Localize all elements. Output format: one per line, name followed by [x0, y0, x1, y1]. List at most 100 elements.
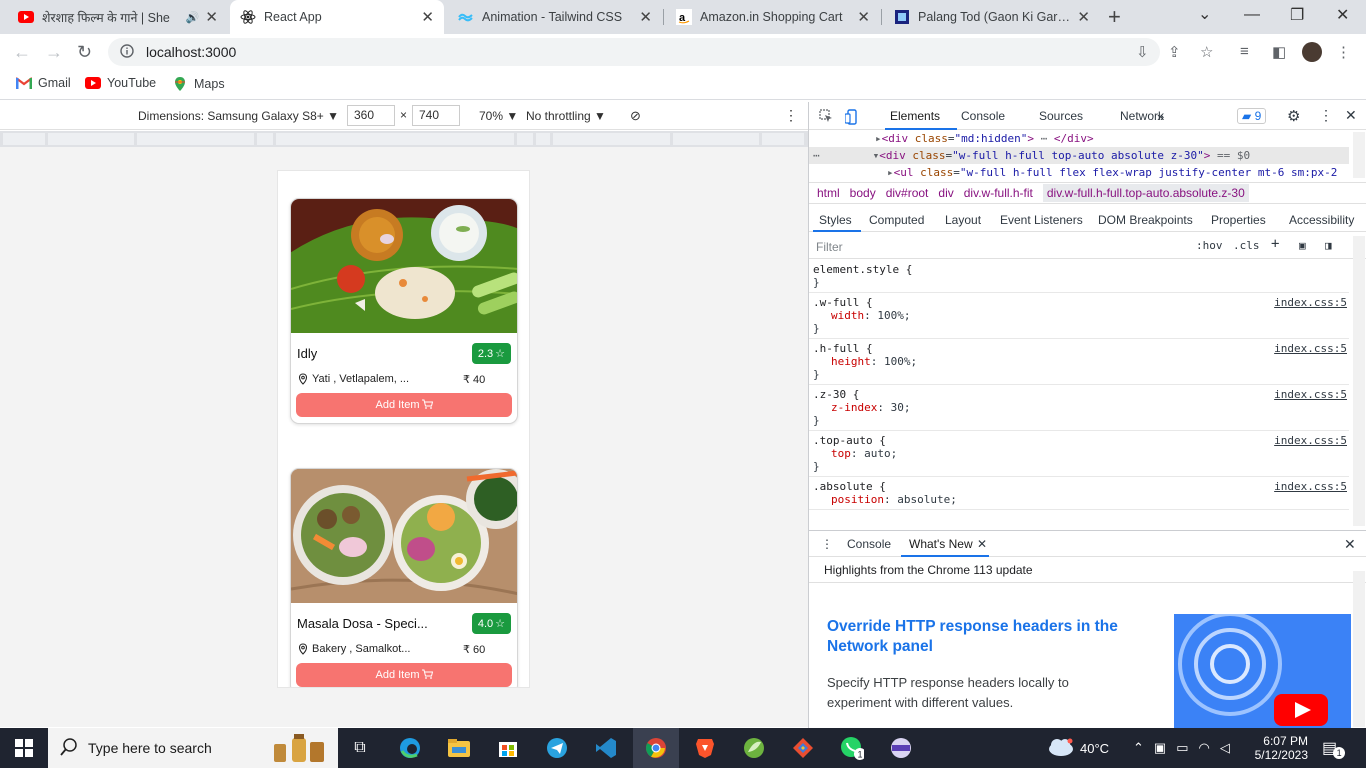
reload-icon[interactable]: ↻ — [77, 42, 92, 63]
close-tab-icon[interactable]: ✕ — [205, 8, 218, 26]
forward-icon[interactable]: → — [45, 42, 63, 63]
drawer-tab-whats-new[interactable]: What's New — [909, 537, 973, 551]
breadcrumb-item-current[interactable]: div.w-full.h-full.top-auto.absolute.z-30 — [1042, 184, 1249, 202]
close-tab-icon[interactable]: ✕ — [1077, 8, 1090, 26]
zoom-select[interactable]: 70% ▼ — [479, 109, 518, 123]
menu-icon[interactable]: ⋮ — [1336, 43, 1351, 61]
windows-start-icon[interactable] — [12, 736, 36, 760]
new-tab-icon[interactable]: + — [1108, 4, 1121, 30]
whatsapp-icon[interactable]: 1 — [840, 736, 864, 760]
device-toggle-icon[interactable] — [844, 109, 859, 128]
throttling-select[interactable]: No throttling ▼ — [526, 109, 606, 123]
bookmark-gmail[interactable]: Gmail — [16, 76, 71, 90]
close-tab-icon[interactable]: ✕ — [421, 8, 434, 26]
tab-palang-tod[interactable]: Palang Tod (Gaon Ki Garmi 3 ✕ — [884, 0, 1100, 34]
tab-react-app[interactable]: React App ✕ — [230, 0, 444, 34]
battery-icon[interactable]: ▭ — [1176, 740, 1188, 756]
address-bar[interactable]: localhost:3000 — [108, 38, 1160, 66]
style-rule[interactable]: element.style { } — [809, 260, 1349, 293]
media-segment[interactable] — [137, 133, 254, 145]
vscode-icon[interactable] — [594, 736, 618, 760]
rule-source-link[interactable]: index.css:5 — [1274, 480, 1347, 493]
microsoft-store-icon[interactable] — [496, 736, 520, 760]
style-rule[interactable]: .z-30 { z-index: 30; } index.css:5 — [809, 385, 1349, 431]
breadcrumb-item[interactable]: body — [850, 186, 876, 200]
drawer-tab-console[interactable]: Console — [847, 537, 891, 551]
app-icon-purple[interactable] — [889, 736, 913, 760]
rule-source-link[interactable]: index.css:5 — [1274, 434, 1347, 447]
media-segment[interactable] — [762, 133, 804, 145]
style-rule[interactable]: .top-auto { top: auto; } index.css:5 — [809, 431, 1349, 477]
tab-styles[interactable]: Styles — [819, 213, 852, 227]
tab-computed[interactable]: Computed — [869, 213, 924, 227]
restore-icon[interactable]: ❐ — [1290, 5, 1304, 25]
tab-console[interactable]: Console — [961, 109, 1005, 123]
video-thumbnail[interactable] — [1174, 614, 1351, 729]
dom-scrollbar[interactable] — [1353, 132, 1365, 178]
dom-node[interactable]: ▸<ul class="w-full h-full flex flex-wrap… — [809, 164, 1349, 181]
file-explorer-icon[interactable] — [447, 736, 471, 760]
inspect-icon[interactable] — [819, 109, 833, 126]
minimize-icon[interactable]: — — [1244, 6, 1260, 24]
tab-layout[interactable]: Layout — [945, 213, 981, 227]
back-icon[interactable]: ← — [13, 42, 31, 63]
share-icon[interactable]: ⇪ — [1168, 43, 1181, 61]
close-drawer-icon[interactable]: ✕ — [1344, 536, 1356, 553]
tab-tailwind[interactable]: Animation - Tailwind CSS ✕ — [448, 0, 662, 34]
settings-gear-icon[interactable]: ⚙ — [1287, 107, 1300, 125]
close-devtools-icon[interactable]: ✕ — [1345, 107, 1357, 124]
telegram-icon[interactable] — [545, 736, 569, 760]
tab-search-icon[interactable]: ⌄ — [1198, 4, 1211, 24]
add-item-button[interactable]: Add Item — [296, 393, 512, 417]
add-item-button[interactable]: Add Item — [296, 663, 512, 687]
media-segment[interactable] — [3, 133, 45, 145]
close-drawer-tab-icon[interactable]: ✕ — [977, 537, 987, 551]
tab-amazon[interactable]: a Amazon.in Shopping Cart ✕ — [666, 0, 880, 34]
cls-toggle[interactable]: .cls — [1233, 239, 1260, 252]
notification-center-icon[interactable]: ▤ 1 — [1322, 728, 1346, 768]
brave-icon[interactable] — [693, 736, 717, 760]
filter-input[interactable]: Filter — [816, 240, 843, 254]
close-window-icon[interactable]: ✕ — [1336, 5, 1349, 25]
media-segment[interactable] — [276, 133, 514, 145]
rule-property[interactable]: height: 100%; — [813, 355, 1345, 368]
volume-icon[interactable]: ◁ — [1220, 740, 1230, 756]
tab-youtube[interactable]: शेरशाह फिल्म के गाने | She 🔊 ✕ — [8, 0, 228, 34]
style-rule[interactable]: .w-full { width: 100%; } index.css:5 — [809, 293, 1349, 339]
whats-new-heading[interactable]: Override HTTP response headers in the Ne… — [827, 617, 1147, 657]
rotate-icon[interactable]: ⊘ — [630, 108, 641, 124]
device-select[interactable]: Dimensions: Samsung Galaxy S8+ ▼ — [138, 109, 339, 123]
media-control-icon[interactable]: ≡ — [1240, 43, 1249, 60]
dom-node-selected[interactable]: ⋯ ▾<div class="w-full h-full top-auto ab… — [809, 147, 1349, 164]
tab-elements[interactable]: Elements — [890, 109, 940, 123]
food-card[interactable]: Idly 2.3 ☆ Yati , Vetlapalem, ... ₹ 40 Ad… — [290, 198, 518, 424]
taskbar-search[interactable]: Type here to search — [48, 728, 338, 768]
add-rule-icon[interactable]: + — [1271, 236, 1279, 252]
rule-source-link[interactable]: index.css:5 — [1274, 342, 1347, 355]
paint-icon[interactable]: ▣ — [1299, 239, 1306, 252]
wifi-icon[interactable]: ◠ — [1199, 740, 1210, 756]
speaker-icon[interactable]: 🔊 — [186, 11, 200, 24]
drawer-scrollbar[interactable] — [1353, 571, 1365, 727]
rule-source-link[interactable]: index.css:5 — [1274, 388, 1347, 401]
more-options-icon[interactable]: ⋮ — [784, 107, 798, 124]
tab-event-listeners[interactable]: Event Listeners — [1000, 213, 1083, 227]
rule-property[interactable]: width: 100%; — [813, 309, 1345, 322]
close-tab-icon[interactable]: ✕ — [857, 8, 870, 26]
rule-property[interactable]: z-index: 30; — [813, 401, 1345, 414]
dom-node[interactable]: ▸<div class="md:hidden"> ⋯ </div> — [809, 130, 1349, 147]
side-panel-icon[interactable]: ◧ — [1272, 43, 1286, 61]
hov-toggle[interactable]: :hov — [1196, 239, 1223, 252]
issues-badge[interactable]: ▰ 9 — [1237, 108, 1267, 124]
close-tab-icon[interactable]: ✕ — [639, 8, 652, 26]
chrome-icon[interactable] — [633, 728, 679, 768]
more-tabs-icon[interactable]: » — [1157, 109, 1164, 124]
breadcrumb-item[interactable]: div.w-full.h-fit — [964, 186, 1033, 200]
edge-icon[interactable] — [398, 736, 422, 760]
git-tool-icon[interactable] — [791, 736, 815, 760]
media-segment[interactable] — [673, 133, 759, 145]
style-rule[interactable]: .absolute { position: absolute; index.cs… — [809, 477, 1349, 510]
media-segment[interactable] — [257, 133, 273, 145]
rule-source-link[interactable]: index.css:5 — [1274, 296, 1347, 309]
media-segment[interactable] — [536, 133, 550, 145]
